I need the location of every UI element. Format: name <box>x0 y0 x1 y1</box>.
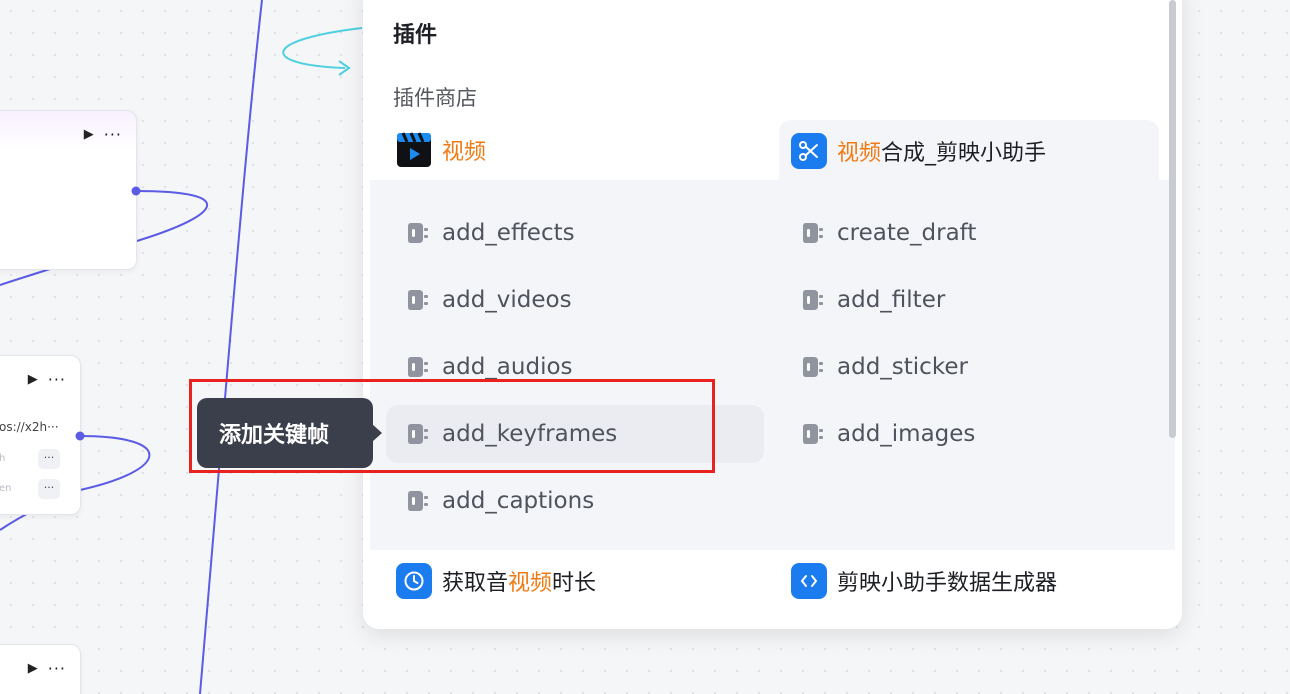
tool-label: add_images <box>837 421 976 447</box>
node-actions: ▶ ··· <box>84 125 122 144</box>
play-icon[interactable]: ▶ <box>28 661 38 676</box>
scissors-icon <box>791 133 827 169</box>
category-generator-label: 剪映小助手数据生成器 <box>837 571 1058 596</box>
more-icon[interactable]: ··· <box>48 370 66 389</box>
plugin-tool-icon <box>404 354 430 380</box>
tool-label: add_captions <box>442 488 595 514</box>
play-icon[interactable]: ▶ <box>84 127 94 142</box>
tool-item[interactable]: add_videos <box>386 271 572 329</box>
node-param-label: h <box>0 453 6 464</box>
plugin-store-label: 插件商店 <box>393 86 477 110</box>
plugin-tool-icon <box>799 220 825 246</box>
annotation-highlight-box <box>189 379 715 473</box>
workflow-node[interactable]: ▶ ··· <box>0 644 81 694</box>
panel-scrollbar[interactable] <box>1169 0 1176 438</box>
tool-item[interactable]: add_effects <box>386 204 575 262</box>
plugin-tool-icon <box>404 488 430 514</box>
more-icon[interactable]: ··· <box>104 125 122 144</box>
clapperboard-icon <box>396 132 432 168</box>
workflow-node[interactable]: ▶ ··· <box>0 110 137 270</box>
tool-item[interactable]: add_filter <box>781 271 945 329</box>
output-port[interactable] <box>131 186 141 196</box>
edge-line <box>199 0 263 694</box>
edge-line <box>282 27 363 69</box>
node-param-label: en <box>0 483 12 494</box>
category-jianying-data-generator[interactable]: 剪映小助手数据生成器 <box>791 561 1057 601</box>
node-param-more[interactable]: ··· <box>38 479 60 499</box>
tool-label: create_draft <box>837 220 977 246</box>
node-url-value: os://x2h··· <box>0 420 59 434</box>
tool-item[interactable]: add_captions <box>386 472 594 530</box>
workflow-node[interactable]: ▶ ··· os://x2h··· h ··· en ··· <box>0 355 81 515</box>
category-duration-label: 获取音视频时长 <box>442 571 597 596</box>
tool-label: add_sticker <box>837 354 968 380</box>
play-icon[interactable]: ▶ <box>28 372 38 387</box>
category-jianying-label: 视频合成_剪映小助手 <box>837 141 1047 166</box>
output-port[interactable] <box>75 431 85 441</box>
panel-title: 插件 <box>393 23 438 48</box>
tool-label: add_effects <box>442 220 575 246</box>
tool-label: add_filter <box>837 287 946 313</box>
tool-label: add_videos <box>442 287 572 313</box>
node-actions: ▶ ··· <box>28 659 66 678</box>
collapse-arrows-icon <box>791 563 827 599</box>
tool-item[interactable]: create_draft <box>781 204 976 262</box>
category-video[interactable]: 视频 <box>396 130 486 170</box>
plugin-tool-icon <box>799 354 825 380</box>
more-icon[interactable]: ··· <box>48 659 66 678</box>
plugin-tool-icon <box>799 421 825 447</box>
node-param-more[interactable]: ··· <box>38 449 60 469</box>
category-get-av-duration[interactable]: 获取音视频时长 <box>396 561 596 601</box>
category-video-compose-jianying[interactable]: 视频合成_剪映小助手 <box>779 120 1159 182</box>
tool-item[interactable]: add_sticker <box>781 338 968 396</box>
tool-label: add_audios <box>442 354 573 380</box>
tool-item[interactable]: add_images <box>781 405 975 463</box>
clock-icon <box>396 563 432 599</box>
category-video-label: 视频 <box>442 140 487 165</box>
plugin-tool-icon <box>404 287 430 313</box>
node-actions: ▶ ··· <box>28 370 66 389</box>
plugin-tool-icon <box>404 220 430 246</box>
plugin-tool-icon <box>799 287 825 313</box>
